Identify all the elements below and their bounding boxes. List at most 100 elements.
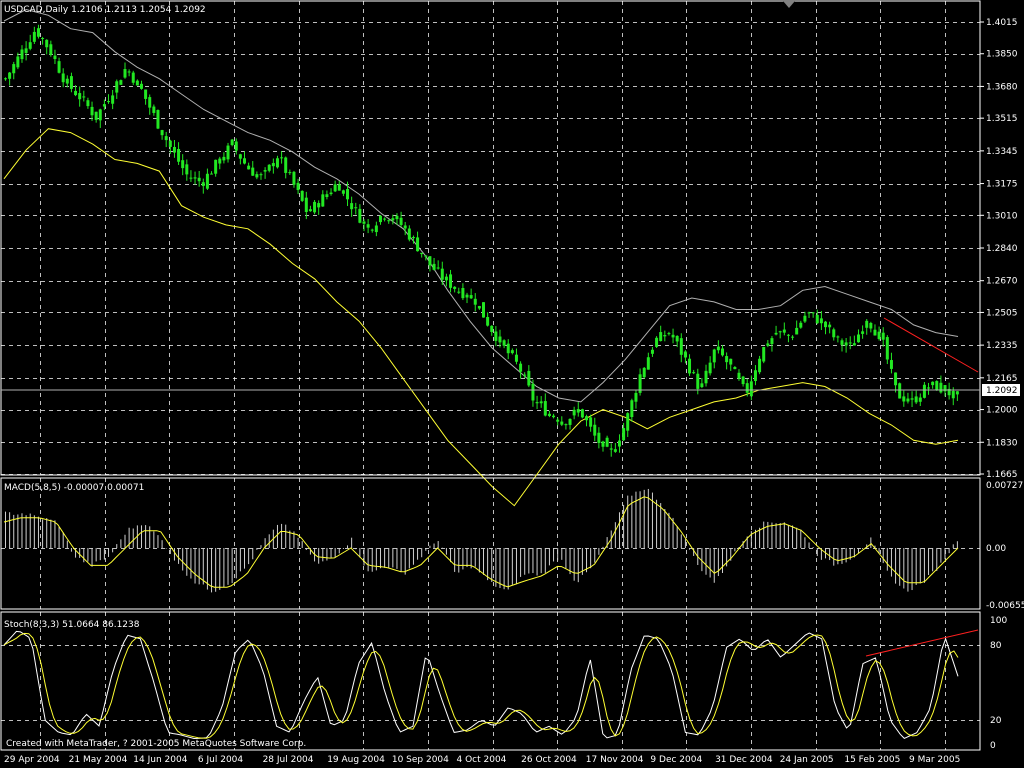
candle-body bbox=[168, 140, 172, 147]
macd-tick-label: 0.00 bbox=[986, 544, 1006, 554]
candle-body bbox=[185, 164, 189, 175]
trading-chart[interactable]: USDCAD,Daily 1.2106 1.2113 1.2054 1.2092… bbox=[0, 0, 1024, 768]
candle-body bbox=[778, 331, 782, 333]
price-tick-label: 1.4015 bbox=[986, 18, 1018, 28]
candle-body bbox=[317, 203, 321, 208]
price-tick-label: 1.2000 bbox=[986, 406, 1018, 416]
candle-body bbox=[127, 71, 131, 73]
candle-body bbox=[436, 267, 440, 269]
candle-body bbox=[403, 225, 407, 229]
candle-body bbox=[263, 170, 267, 172]
candle-body bbox=[803, 315, 807, 322]
candle-body bbox=[634, 392, 638, 402]
candle-body bbox=[576, 409, 580, 413]
candle-body bbox=[762, 346, 766, 362]
candle-body bbox=[243, 158, 246, 164]
candle-body bbox=[337, 184, 341, 191]
candle-body bbox=[350, 203, 354, 210]
candle-body bbox=[753, 370, 757, 381]
candle-body bbox=[465, 294, 469, 298]
candle-body bbox=[873, 329, 877, 336]
candle-body bbox=[939, 382, 943, 393]
candle-body bbox=[119, 80, 123, 85]
candle-body bbox=[918, 397, 922, 402]
candle-body bbox=[514, 354, 518, 362]
stoch-tick-label: 20 bbox=[990, 716, 1002, 726]
stoch-tick-label: 80 bbox=[990, 641, 1002, 651]
candle-body bbox=[53, 55, 57, 60]
candle-body bbox=[20, 49, 24, 60]
time-tick-label: 29 Apr 2004 bbox=[4, 755, 60, 765]
candle-body bbox=[354, 207, 358, 209]
macd-tick-label: 0.00727 bbox=[986, 481, 1023, 491]
candle-body bbox=[552, 415, 556, 418]
time-tick-label: 31 Dec 2004 bbox=[715, 755, 773, 765]
price-scale[interactable]: 1.4015 1.3850 1.3680 1.3515 1.3345 1.3175 1.30… bbox=[980, 18, 1018, 480]
time-tick-label: 14 Jun 2004 bbox=[133, 755, 187, 765]
candle-body bbox=[477, 306, 481, 309]
candle-body bbox=[898, 383, 902, 399]
candle-body bbox=[457, 291, 461, 293]
candle-body bbox=[609, 448, 613, 450]
candle-body bbox=[642, 367, 646, 378]
candle-body bbox=[333, 184, 337, 192]
candle-body bbox=[696, 373, 700, 389]
candle-body bbox=[770, 338, 774, 345]
price-tick-label: 1.3010 bbox=[986, 211, 1018, 221]
candle-body bbox=[366, 224, 370, 228]
candle-body bbox=[799, 322, 803, 328]
time-tick-label: 24 Jan 2005 bbox=[780, 755, 834, 765]
candle-body bbox=[519, 363, 523, 372]
candle-body bbox=[296, 182, 300, 191]
candle-body bbox=[819, 318, 823, 324]
candle-body bbox=[469, 295, 473, 299]
macd-header: MACD(5,8,5) -0.00007 0.00071 bbox=[4, 483, 144, 493]
candle-body bbox=[807, 312, 811, 314]
candle-body bbox=[663, 335, 667, 337]
candle-body bbox=[449, 274, 453, 288]
time-tick-label: 9 Dec 2004 bbox=[650, 755, 702, 765]
candle-body bbox=[313, 201, 317, 213]
candle-body bbox=[692, 372, 696, 374]
candle-body bbox=[98, 109, 102, 121]
candle-body bbox=[832, 329, 836, 338]
candle-body bbox=[494, 331, 498, 341]
price-tick-label: 1.2505 bbox=[986, 308, 1018, 318]
candle-body bbox=[486, 317, 490, 326]
candle-body bbox=[613, 449, 617, 452]
candle-body bbox=[935, 381, 939, 391]
candle-body bbox=[646, 357, 650, 370]
candle-body bbox=[782, 329, 786, 333]
candle-body bbox=[24, 48, 28, 53]
candle-body bbox=[828, 324, 832, 328]
time-scale[interactable]: 29 Apr 2004 21 May 2004 14 Jun 2004 6 Jul 2… bbox=[4, 755, 960, 765]
stoch-header: Stoch(8,3,3) 51.0664 86.1238 bbox=[4, 620, 140, 630]
candle-body bbox=[177, 148, 181, 162]
candle-body bbox=[547, 413, 551, 416]
candle-body bbox=[411, 237, 415, 239]
candle-body bbox=[683, 351, 687, 358]
candle-body bbox=[572, 409, 576, 416]
candle-body bbox=[650, 349, 654, 354]
price-tick-label: 1.2670 bbox=[986, 277, 1018, 287]
candle-body bbox=[716, 346, 720, 351]
candle-body bbox=[36, 28, 40, 37]
candle-body bbox=[424, 255, 428, 257]
candle-body bbox=[255, 174, 259, 178]
candle-body bbox=[955, 391, 959, 395]
candle-body bbox=[78, 93, 82, 100]
candle-body bbox=[852, 343, 856, 346]
candle-body bbox=[704, 370, 708, 384]
candle-body bbox=[461, 288, 465, 299]
price-tick-label: 1.2165 bbox=[986, 374, 1018, 384]
candle-body bbox=[844, 342, 848, 346]
candle-body bbox=[824, 321, 828, 328]
candle-body bbox=[395, 215, 399, 220]
candle-body bbox=[617, 440, 621, 447]
candle-body bbox=[791, 336, 795, 338]
candle-body bbox=[144, 89, 148, 99]
candle-body bbox=[65, 78, 69, 84]
candle-body bbox=[230, 139, 234, 146]
candle-body bbox=[894, 372, 898, 386]
candle-body bbox=[601, 441, 605, 447]
